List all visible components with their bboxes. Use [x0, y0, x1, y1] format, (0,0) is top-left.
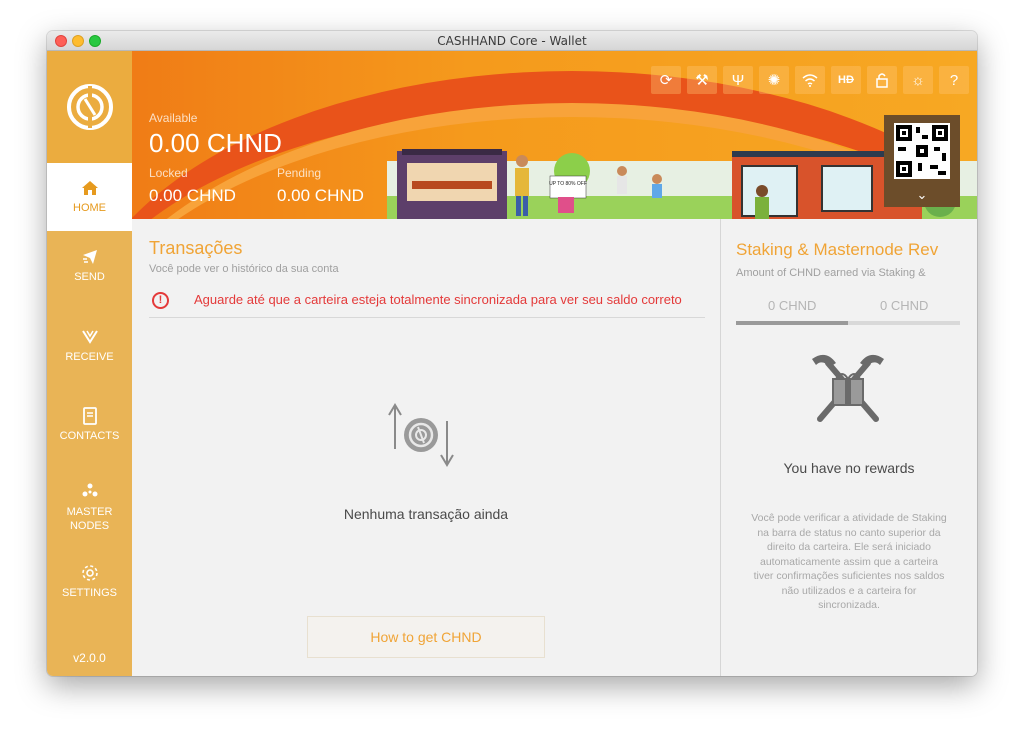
sync-icon[interactable]: ⟳ [651, 66, 681, 94]
locked-label: Locked [149, 166, 188, 180]
wifi-icon[interactable] [795, 66, 825, 94]
qr-code-icon [894, 123, 950, 179]
alert-icon: ! [152, 292, 169, 309]
no-transactions-icon [388, 403, 454, 467]
lock-icon[interactable] [867, 66, 897, 94]
transactions-subtitle: Você pode ver o histórico da sua conta [149, 263, 339, 275]
masternodes-icon [82, 483, 97, 497]
sync-warning: ! Aguarde até que a carteira esteja tota… [149, 290, 705, 318]
sidebar-item-label: RECEIVE [65, 351, 114, 363]
masternode-amount: 0 CHND [880, 298, 929, 313]
available-balance: 0.00 CHND [149, 128, 282, 158]
chevron-down-icon[interactable]: ⌄ [884, 187, 960, 203]
sale-sign-text: UP TO 80% OFF [549, 181, 587, 187]
how-to-get-chnd-button[interactable]: How to get CHND [307, 616, 545, 658]
hd-icon[interactable]: HD [831, 66, 861, 94]
sidebar-item-send[interactable]: SEND [47, 247, 132, 283]
send-icon [82, 250, 97, 264]
status-toolbar: ⟳ ⚒ Ψ ✺ HD ☼ ? [651, 66, 969, 94]
window-title: CASHHAND Core - Wallet [437, 34, 587, 48]
sidebar-item-label: SEND [74, 271, 105, 283]
empty-transactions-text: Nenhuma transação ainda [343, 506, 509, 522]
staking-progress-fill [736, 321, 848, 325]
pending-label: Pending [277, 166, 322, 180]
staking-subtitle: Amount of CHND earned via Staking & [736, 267, 926, 279]
no-rewards-text: You have no rewards [783, 460, 915, 476]
staking-amount: 0 CHND [768, 298, 817, 313]
staking-description: Você pode verificar a atividade de Staki… [751, 512, 947, 611]
transactions-panel: Transações Você pode ver o histórico da … [132, 219, 720, 676]
app-logo [47, 51, 132, 163]
sidebar-item-label: SETTINGS [61, 587, 117, 599]
sidebar-item-masternodes[interactable]: MASTER NODES [47, 481, 132, 533]
sidebar-item-contacts[interactable]: CONTACTS [47, 406, 132, 442]
sidebar-item-settings[interactable]: SETTINGS [47, 563, 132, 599]
pending-balance: 0.00 CHND [277, 186, 364, 205]
sun-icon[interactable]: ☼ [903, 66, 933, 94]
qr-code-widget[interactable]: ⌄ [884, 115, 960, 207]
sidebar-item-label: HOME [73, 202, 106, 214]
sidebar-item-label: MASTER [66, 506, 113, 518]
help-icon[interactable]: ? [939, 66, 969, 94]
sidebar-item-receive[interactable]: RECEIVE [47, 327, 132, 363]
staking-progress-bar [736, 321, 960, 325]
sidebar: HOME SEND RECEIVE CONTACTS MASTER NODES … [47, 51, 132, 676]
app-window: CASHHAND Core - Wallet HOME SEND RECEIVE… [47, 31, 977, 676]
home-icon [81, 181, 98, 195]
receive-icon [81, 330, 98, 344]
pickaxe-rewards-icon [812, 354, 884, 422]
cashhand-logo-icon [66, 84, 113, 130]
staking-panel: Staking & Masternode Rev Amount of CHND … [721, 219, 977, 676]
transactions-title: Transações [149, 238, 243, 258]
title-bar: CASHHAND Core - Wallet [47, 31, 977, 51]
version-label: v2.0.0 [73, 651, 106, 665]
hammer-icon[interactable]: ⚒ [687, 66, 717, 94]
contacts-icon [82, 407, 97, 425]
sidebar-item-home[interactable]: HOME [47, 163, 132, 231]
sidebar-item-label: NODES [69, 520, 110, 532]
gear-icon [81, 565, 98, 581]
staking-title: Staking & Masternode Rev [736, 240, 939, 259]
available-label: Available [149, 111, 198, 125]
sync-warning-text: Aguarde até que a carteira esteja totalm… [194, 292, 682, 307]
network-icon[interactable]: ✺ [759, 66, 789, 94]
locked-balance: 0.00 CHND [149, 186, 236, 205]
trident-icon[interactable]: Ψ [723, 66, 753, 94]
header-banner: UP TO 80% OFF Available 0.00 CHND Locked… [132, 51, 977, 219]
sidebar-item-label: CONTACTS [59, 430, 120, 442]
